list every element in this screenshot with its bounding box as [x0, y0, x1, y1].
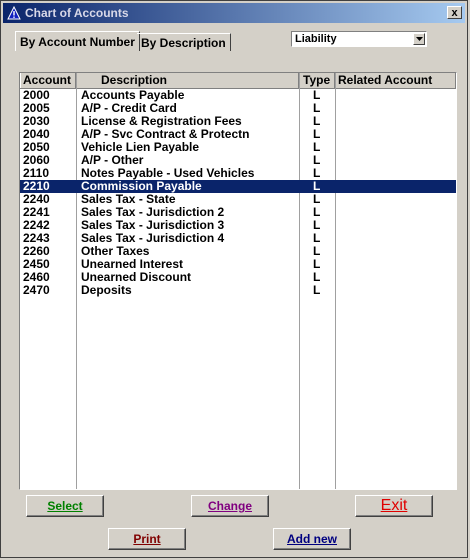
header-account[interactable]: Account: [20, 73, 76, 88]
dropdown-button[interactable]: [413, 33, 425, 45]
grid-header: Account Description Type Related Account: [20, 73, 456, 89]
accounts-grid[interactable]: Account Description Type Related Account…: [19, 72, 457, 490]
header-type[interactable]: Type: [299, 73, 335, 88]
title-bar[interactable]: Chart of Accounts x: [3, 3, 465, 23]
triangle-down-icon: [416, 37, 423, 41]
add-new-button[interactable]: Add new: [273, 528, 351, 550]
warning-triangle-icon: [7, 5, 21, 20]
select-button[interactable]: Select: [26, 495, 104, 517]
print-button[interactable]: Print: [108, 528, 186, 550]
chart-of-accounts-window: Chart of Accounts x By Account Number By…: [0, 0, 468, 558]
table-row[interactable]: 2470 Deposits L: [20, 284, 456, 297]
change-button[interactable]: Change: [191, 495, 269, 517]
window-title: Chart of Accounts: [25, 6, 129, 20]
account-type-value: Liability: [295, 33, 337, 45]
cell-account: 2470: [23, 283, 50, 297]
cell-description: Deposits: [81, 283, 132, 297]
cell-type: L: [313, 283, 321, 297]
header-description[interactable]: Description: [76, 73, 299, 88]
exit-button[interactable]: Exit: [355, 495, 433, 517]
tab-by-description[interactable]: By Description: [137, 33, 231, 51]
account-type-select[interactable]: Liability: [291, 31, 427, 47]
tab-by-account-number[interactable]: By Account Number: [15, 31, 140, 51]
close-button[interactable]: x: [447, 6, 462, 19]
header-related-account[interactable]: Related Account: [335, 73, 456, 88]
